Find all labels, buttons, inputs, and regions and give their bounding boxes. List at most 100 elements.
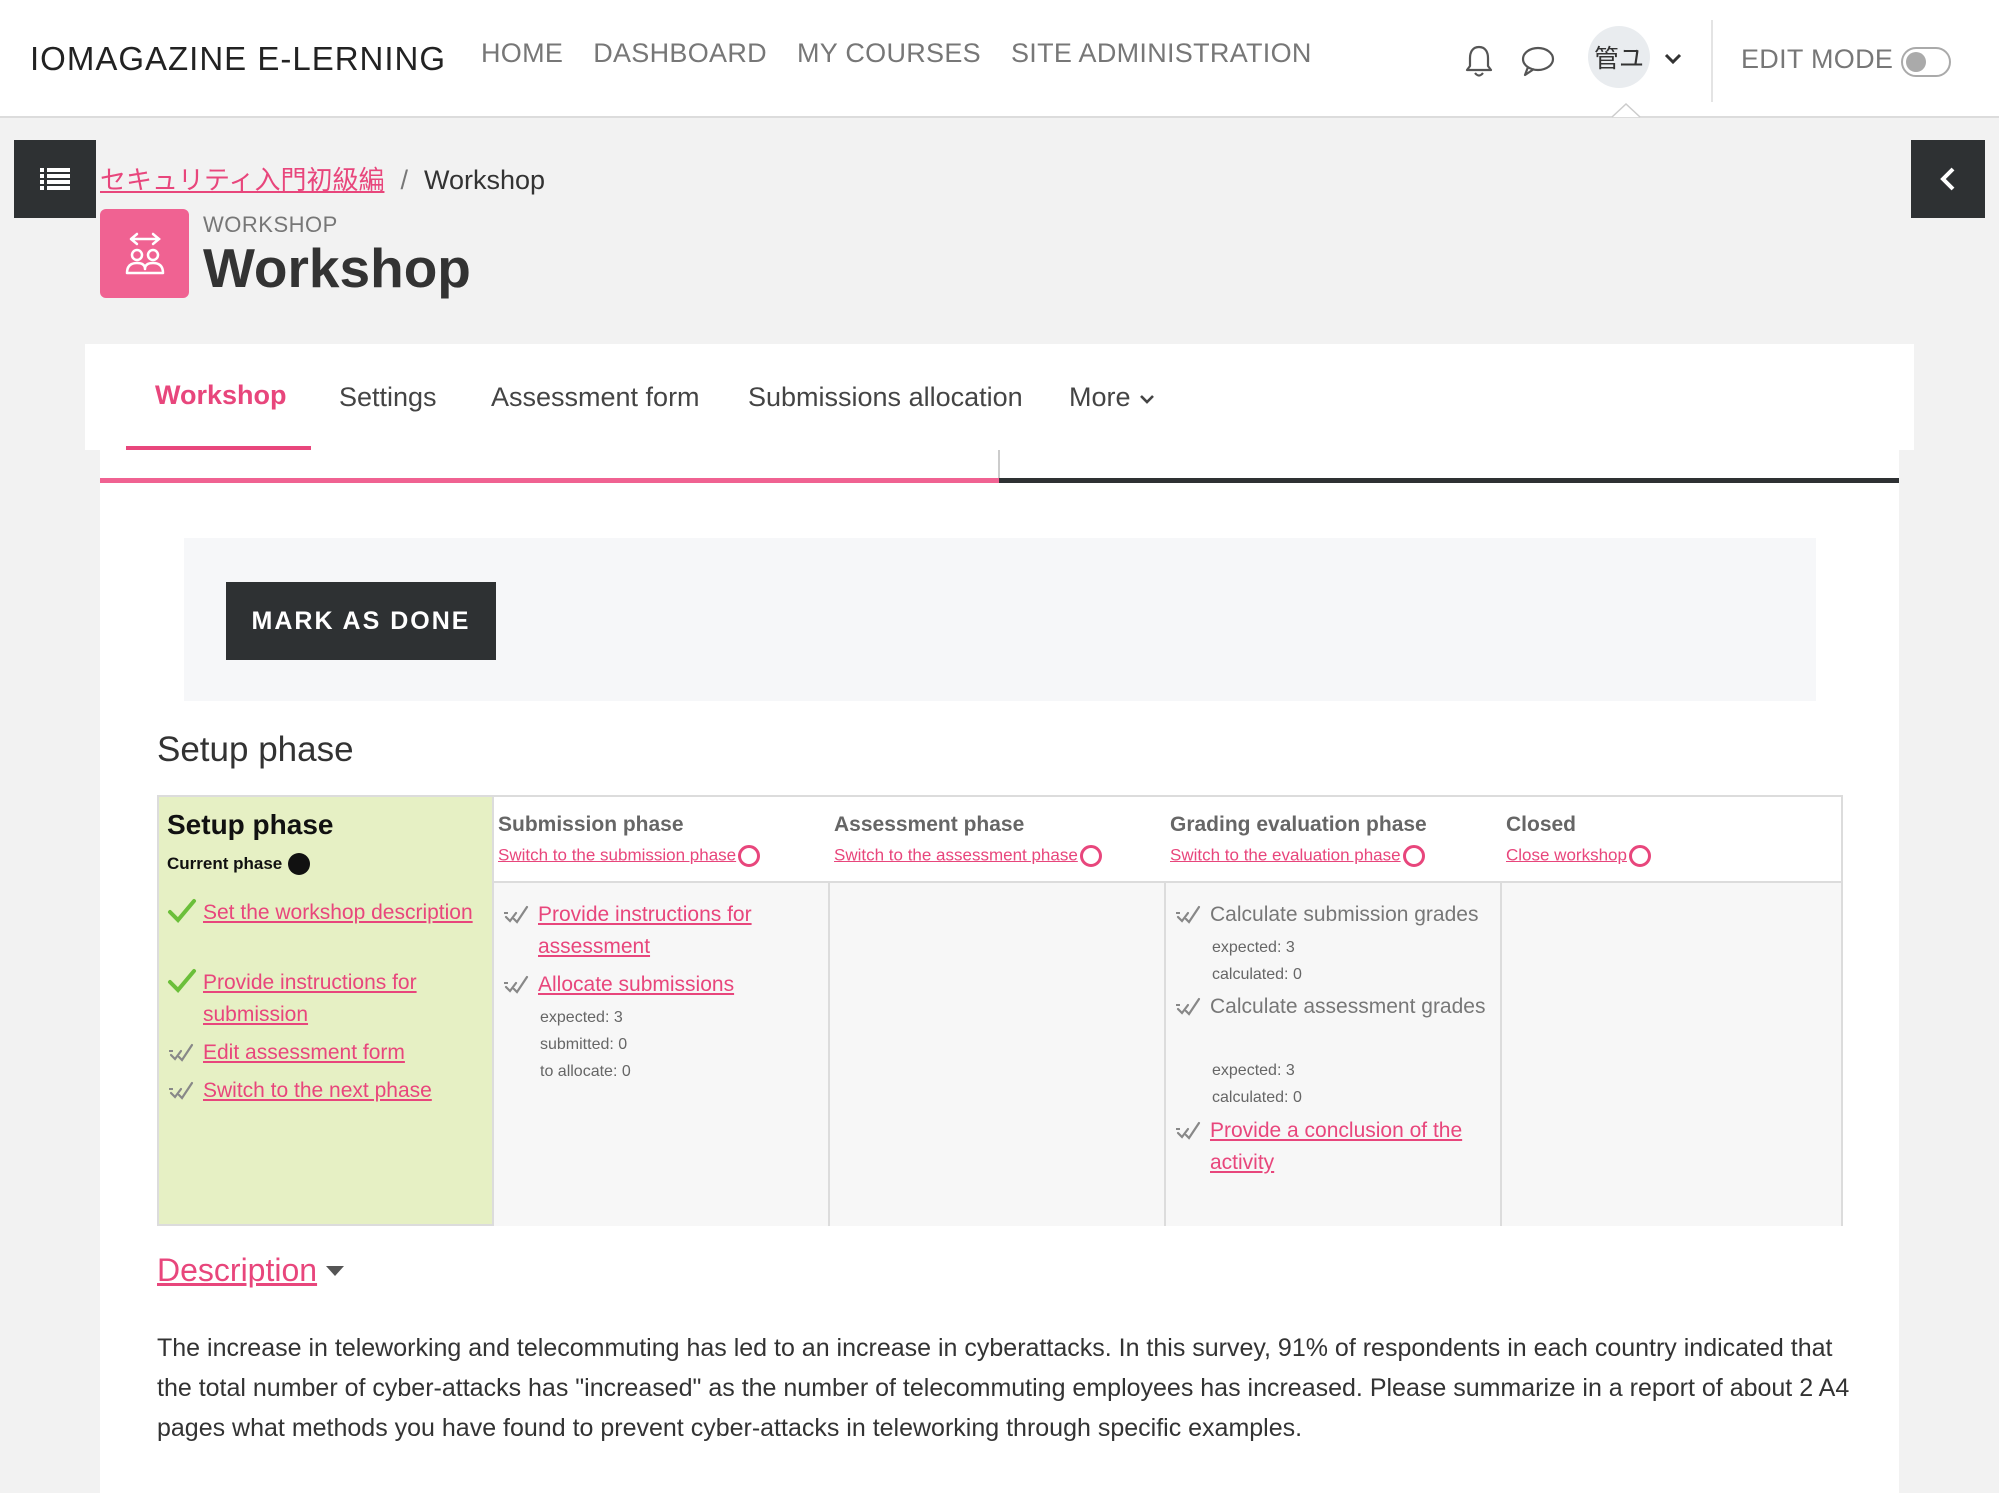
course-index-toggle[interactable] <box>14 140 96 218</box>
check-done-icon <box>168 899 196 923</box>
current-phase-label: Current phase <box>167 854 283 873</box>
switch-assessment-phase-label: Switch to the assessment phase <box>834 845 1078 865</box>
switch-submission-phase-label: Switch to the submission phase <box>498 845 737 865</box>
stat-expected: expected: 3 <box>1212 1062 1295 1079</box>
stat-to-allocate: to allocate: 0 <box>540 1063 631 1080</box>
stat-expected: expected: 3 <box>1212 939 1295 956</box>
grading-phase-title: Grading evaluation phase <box>1170 813 1427 836</box>
top-navbar: IOMAGAZINE E-LERNING HOME DASHBOARD MY C… <box>0 0 1999 118</box>
grading-phase-header: Grading evaluation phase Switch to the e… <box>1166 797 1502 883</box>
task-calculate-assessment-grades: Calculate assessment grades <box>1210 995 1486 1018</box>
task-item: Edit assessment form <box>167 1037 487 1069</box>
task-switch-next-phase[interactable]: Switch to the next phase <box>203 1075 432 1107</box>
task-instructions-submission[interactable]: Provide instructions for submission <box>203 967 487 1031</box>
activity-pretitle: WORKSHOP <box>203 212 338 237</box>
current-phase-heading: Setup phase <box>157 730 354 769</box>
tab-workshop[interactable]: Workshop <box>155 380 287 411</box>
closed-phase-header: Closed Close workshop <box>1502 797 1841 883</box>
stat-submitted: submitted: 0 <box>540 1036 628 1053</box>
close-workshop-label: Close workshop <box>1506 845 1627 865</box>
page-title: Workshop <box>203 237 471 299</box>
check-done-icon <box>168 969 196 993</box>
dropdown-caret-icon <box>1611 102 1641 118</box>
close-workshop-link[interactable]: Close workshop <box>1506 845 1651 867</box>
nav-dashboard[interactable]: DASHBOARD <box>593 38 767 69</box>
task-provide-conclusion[interactable]: Provide a conclusion of the activity <box>1210 1115 1494 1179</box>
description-label: Description <box>157 1252 318 1288</box>
task-item: Provide a conclusion of the activity <box>1174 1115 1494 1179</box>
edit-mode-toggle[interactable] <box>1901 47 1951 77</box>
activity-completion-box: MARK AS DONE <box>184 538 1816 701</box>
caret-down-icon <box>326 1265 345 1276</box>
description-text: The increase in teleworking and telecomm… <box>157 1334 1850 1442</box>
switch-evaluation-phase-link[interactable]: Switch to the evaluation phase <box>1170 845 1425 867</box>
switch-submission-phase-link[interactable]: Switch to the submission phase <box>498 845 761 867</box>
nav-site-administration[interactable]: SITE ADMINISTRATION <box>1011 38 1312 69</box>
assessment-grade-stats: expected: 3 calculated: 0 <box>1212 1057 1302 1111</box>
switch-evaluation-phase-label: Switch to the evaluation phase <box>1170 845 1401 865</box>
submission-phase-header: Submission phase Switch to the submissio… <box>494 797 830 883</box>
tab-assessment-form[interactable]: Assessment form <box>491 382 700 413</box>
task-item: Calculate submission grades <box>1174 899 1494 931</box>
progress-bar-remaining <box>999 478 1899 483</box>
description-toggle[interactable]: Description <box>157 1252 345 1289</box>
nav-home[interactable]: HOME <box>481 38 563 69</box>
chevron-down-icon <box>1139 394 1154 404</box>
circle-icon <box>1628 845 1651 867</box>
tab-more[interactable]: More <box>1069 382 1155 413</box>
tab-submissions-allocation[interactable]: Submissions allocation <box>748 382 1023 413</box>
task-item: Provide instructions for submission <box>167 967 487 1031</box>
switch-assessment-phase-link[interactable]: Switch to the assessment phase <box>834 845 1102 867</box>
submission-stats: expected: 3 submitted: 0 to allocate: 0 <box>540 1004 631 1085</box>
mark-as-done-button[interactable]: MARK AS DONE <box>226 582 496 660</box>
task-item: Provide instructions for assessment <box>502 899 822 963</box>
stat-calculated: calculated: 0 <box>1212 966 1302 983</box>
block-drawer-toggle[interactable] <box>1911 140 1985 218</box>
task-item: Switch to the next phase <box>167 1075 487 1107</box>
tab-more-label: More <box>1069 382 1131 412</box>
site-brand[interactable]: IOMAGAZINE E-LERNING <box>30 40 446 78</box>
breadcrumb: セキュリティ入門初級編 / Workshop <box>100 160 545 197</box>
chevron-left-icon <box>1940 167 1955 191</box>
task-edit-assessment-form[interactable]: Edit assessment form <box>203 1037 405 1069</box>
assessment-phase-header: Assessment phase Switch to the assessmen… <box>830 797 1166 883</box>
navbar-divider <box>1711 20 1713 102</box>
stat-expected: expected: 3 <box>540 1009 623 1026</box>
task-item: Set the workshop description <box>167 897 487 929</box>
main-content: MARK AS DONE Setup phase Submission phas… <box>100 450 1899 1493</box>
circle-icon <box>1079 845 1102 867</box>
check-todo-icon <box>169 1043 194 1062</box>
circle-icon <box>738 845 761 867</box>
user-avatar[interactable]: 管ユ <box>1588 26 1650 88</box>
breadcrumb-separator: / <box>400 165 408 195</box>
workshop-activity-icon <box>100 209 189 298</box>
workshop-people-icon <box>125 232 164 274</box>
primary-nav: HOME DASHBOARD MY COURSES SITE ADMINISTR… <box>481 38 1312 69</box>
submission-grade-stats: expected: 3 calculated: 0 <box>1212 934 1302 988</box>
nav-my-courses[interactable]: MY COURSES <box>797 38 981 69</box>
stat-calculated: calculated: 0 <box>1212 1089 1302 1106</box>
tab-settings[interactable]: Settings <box>339 382 437 413</box>
assessment-phase-tasks <box>830 883 1166 1226</box>
setup-phase-column: Setup phase Current phase Set the worksh… <box>159 797 494 1224</box>
setup-phase-title: Setup phase <box>167 809 334 840</box>
submission-phase-title: Submission phase <box>498 813 684 836</box>
chevron-down-icon[interactable] <box>1664 52 1682 66</box>
workshop-phases-table: Submission phase Switch to the submissio… <box>157 795 1843 1226</box>
check-todo-icon <box>1176 1121 1201 1140</box>
check-todo-icon <box>169 1081 194 1100</box>
edit-mode-label: EDIT MODE <box>1741 44 1894 74</box>
task-item: Calculate assessment grades <box>1174 991 1494 1023</box>
assessment-phase-title: Assessment phase <box>834 813 1025 836</box>
secondary-nav: Workshop Settings Assessment form Submis… <box>85 344 1914 451</box>
closed-phase-title: Closed <box>1506 813 1577 836</box>
breadcrumb-course-link[interactable]: セキュリティ入門初級編 <box>100 160 384 197</box>
task-allocate-submissions[interactable]: Allocate submissions <box>538 969 734 1001</box>
list-icon <box>40 168 70 190</box>
task-instructions-assessment[interactable]: Provide instructions for assessment <box>538 899 822 963</box>
task-set-workshop-description[interactable]: Set the workshop description <box>203 897 473 929</box>
messages-icon[interactable] <box>1520 44 1556 78</box>
notification-bell-icon[interactable] <box>1463 43 1495 79</box>
current-phase-dot-icon <box>288 853 311 875</box>
task-item: Allocate submissions <box>502 969 822 1001</box>
